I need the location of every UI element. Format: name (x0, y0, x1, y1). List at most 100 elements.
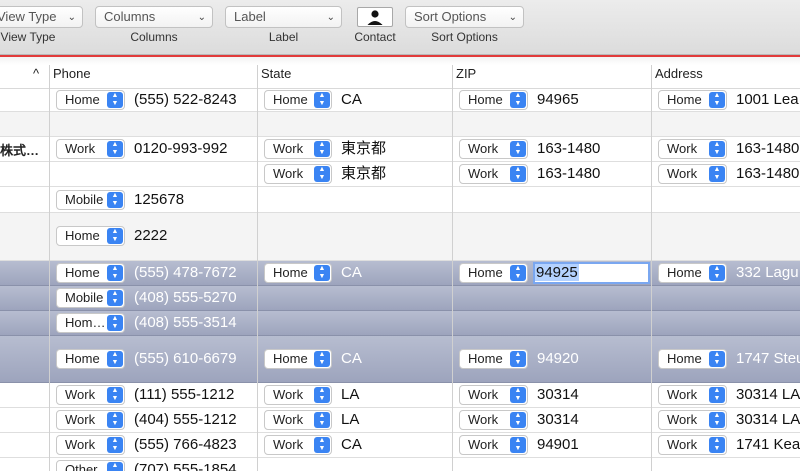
zip-value[interactable]: 94901 (537, 436, 579, 454)
zip-value[interactable]: 163-1480 (537, 140, 600, 158)
state-value[interactable]: CA (341, 264, 362, 282)
address-value[interactable]: 163-1480 (736, 140, 799, 158)
phone-value[interactable]: (111) 555-1212 (134, 386, 234, 404)
phone-label-popup[interactable]: Mobile ▲ ▼ (56, 288, 125, 308)
state-label-popup[interactable]: Work ▲ ▼ (264, 410, 332, 430)
table-row[interactable]: Home ▲ ▼ (555) 522-8243 Home ▲ ▼ CA Home ▲ ▼ 9… (0, 88, 800, 112)
address-value[interactable]: 30314 LA (736, 411, 800, 429)
column-header-state[interactable]: State (258, 65, 452, 88)
address-label-popup[interactable]: Work ▲ ▼ (658, 385, 727, 405)
address-value[interactable]: 1741 Kear (736, 436, 800, 454)
column-header-address[interactable]: Address (652, 65, 800, 88)
address-label-popup[interactable]: Work ▲ ▼ (658, 139, 727, 159)
table-row[interactable]: Work ▲ ▼ (555) 766-4823 Work ▲ ▼ CA Work ▲ ▼ 9… (0, 433, 800, 458)
table-row[interactable]: 株式… Work ▲ ▼ 0120-993-992 Work ▲ ▼ 東京都 Work ▲… (0, 137, 800, 162)
state-value[interactable]: 東京都 (341, 165, 386, 183)
sort-ascending-icon[interactable]: ^ (30, 65, 48, 88)
state-label-popup[interactable]: Home ▲ ▼ (264, 263, 332, 283)
stepper-arrows-icon: ▲▼ (510, 437, 526, 453)
zip-value[interactable]: 94965 (537, 91, 579, 109)
phone-value[interactable]: 0120-993-992 (134, 140, 227, 158)
zip-value[interactable]: 30314 (537, 386, 579, 404)
phone-label-popup[interactable]: Other▲▼ (56, 460, 125, 471)
table-row[interactable]: Mobile ▲ ▼ 125678 (0, 187, 800, 213)
table-row[interactable]: Work ▲ ▼ 東京都 Work ▲ ▼ 163-1480 Work ▲ ▼ 163-14… (0, 162, 800, 187)
state-label-popup[interactable]: Work ▲ ▼ (264, 139, 332, 159)
phone-label-popup[interactable]: Home ▲ ▼ (56, 349, 125, 369)
phone-value[interactable]: (408) 555-3514 (134, 314, 237, 332)
stepper-arrows-icon: ▲▼ (314, 387, 330, 403)
zip-label-popup[interactable]: Work ▲ ▼ (459, 410, 528, 430)
state-value[interactable]: LA (341, 411, 359, 429)
address-label-popup[interactable]: Work ▲ ▼ (658, 164, 727, 184)
address-label-popup[interactable]: Work ▲ ▼ (658, 410, 727, 430)
phone-value[interactable]: (555) 610-6679 (134, 350, 237, 368)
phone-label-popup[interactable]: Work ▲ ▼ (56, 410, 125, 430)
table-row[interactable]: Other▲▼ (707) 555-1854 (0, 458, 800, 471)
phone-label-popup[interactable]: Home ▲ ▼ (56, 90, 125, 110)
zip-label-popup[interactable]: Home ▲ ▼ (459, 349, 528, 369)
table-row[interactable]: Work ▲ ▼ (404) 555-1212 Work ▲ ▼ LA Work ▲ ▼ 3… (0, 408, 800, 433)
zip-label-popup[interactable]: Work ▲ ▼ (459, 139, 528, 159)
state-value[interactable]: 東京都 (341, 140, 386, 158)
zip-label-popup[interactable]: Work ▲ ▼ (459, 435, 528, 455)
zip-label-popup[interactable]: Work ▲ ▼ (459, 164, 528, 184)
view-type-select[interactable]: View Type ⌄ (0, 6, 83, 28)
phone-value[interactable]: (555) 766-4823 (134, 436, 237, 454)
toolbar: View Type ⌄ View Type Columns ⌄ Columns … (0, 0, 800, 55)
zip-edit-field[interactable]: 94925 (533, 262, 650, 284)
state-label-popup[interactable]: Work ▲ ▼ (264, 164, 332, 184)
state-label-popup[interactable]: Work ▲ ▼ (264, 435, 332, 455)
address-value[interactable]: 163-1480 (736, 165, 799, 183)
phone-value[interactable]: (707) 555-1854 (134, 461, 237, 471)
phone-label-popup[interactable]: Home ▲ ▼ (56, 226, 125, 246)
table-row[interactable]: Work ▲ ▼ (111) 555-1212 Work ▲ ▼ LA Work ▲ ▼ 3… (0, 383, 800, 408)
phone-value[interactable]: 2222 (134, 227, 167, 245)
state-label-popup[interactable]: Home ▲ ▼ (264, 349, 332, 369)
state-label-popup[interactable]: Home ▲ ▼ (264, 90, 332, 110)
phone-label-popup[interactable]: Home ▲ ▼ (56, 263, 125, 283)
table-row-selected[interactable]: Hom… ▲ ▼ (408) 555-3514 (0, 311, 800, 336)
column-header-phone[interactable]: Phone (50, 65, 257, 88)
state-value[interactable]: CA (341, 436, 362, 454)
column-header-zip[interactable]: ZIP (453, 65, 651, 88)
address-label-popup[interactable]: Home ▲ ▼ (658, 263, 727, 283)
zip-label-popup[interactable]: Work ▲ ▼ (459, 385, 528, 405)
label-select[interactable]: Label ⌄ (225, 6, 342, 28)
phone-value[interactable]: (408) 555-5270 (134, 289, 237, 307)
sort-options-select[interactable]: Sort Options ⌄ (405, 6, 524, 28)
zip-value[interactable]: 30314 (537, 411, 579, 429)
zip-label-popup[interactable]: Home ▲ ▼ (459, 263, 528, 283)
zip-value[interactable]: 163-1480 (537, 165, 600, 183)
phone-label-popup[interactable]: Hom… ▲ ▼ (56, 313, 125, 333)
phone-value[interactable]: (404) 555-1212 (134, 411, 237, 429)
address-label-popup[interactable]: Home ▲ ▼ (658, 349, 727, 369)
table-row-selected[interactable]: Mobile ▲ ▼ (408) 555-5270 (0, 286, 800, 311)
phone-label-popup[interactable]: Work ▲ ▼ (56, 385, 125, 405)
phone-label-popup[interactable]: Work ▲ ▼ (56, 139, 125, 159)
phone-value[interactable]: (555) 478-7672 (134, 264, 237, 282)
state-value[interactable]: CA (341, 91, 362, 109)
zip-value[interactable]: 94920 (537, 350, 579, 368)
phone-label-popup[interactable]: Work ▲ ▼ (56, 435, 125, 455)
state-value[interactable]: CA (341, 350, 362, 368)
phone-value[interactable]: 125678 (134, 191, 184, 209)
state-label-popup[interactable]: Work ▲ ▼ (264, 385, 332, 405)
phone-value[interactable]: (555) 522-8243 (134, 91, 237, 109)
address-value[interactable]: 30314 LA (736, 386, 800, 404)
address-value[interactable]: 332 Lagu (736, 264, 799, 282)
column-divider (651, 65, 652, 471)
table-row[interactable]: Home ▲ ▼ 2222 (0, 213, 800, 261)
address-value[interactable]: 1001 Lea (736, 91, 799, 109)
columns-select[interactable]: Columns ⌄ (95, 6, 213, 28)
zip-label-popup[interactable]: Home ▲ ▼ (459, 90, 528, 110)
address-value[interactable]: 1747 Steu (736, 350, 800, 368)
contact-name[interactable]: 株式… (0, 140, 39, 159)
table-row-selected[interactable]: Home ▲ ▼ (555) 610-6679 Home ▲ ▼ CA Home ▲ ▼ 9… (0, 336, 800, 383)
address-label-popup[interactable]: Home ▲ ▼ (658, 90, 727, 110)
phone-label-popup[interactable]: Mobile ▲ ▼ (56, 190, 125, 210)
address-label-popup[interactable]: Work ▲ ▼ (658, 435, 727, 455)
state-value[interactable]: LA (341, 386, 359, 404)
contact-button[interactable] (357, 7, 393, 27)
table-row-selected[interactable]: Home ▲ ▼ (555) 478-7672 Home ▲ ▼ CA Home ▲ ▼ 9… (0, 261, 800, 286)
